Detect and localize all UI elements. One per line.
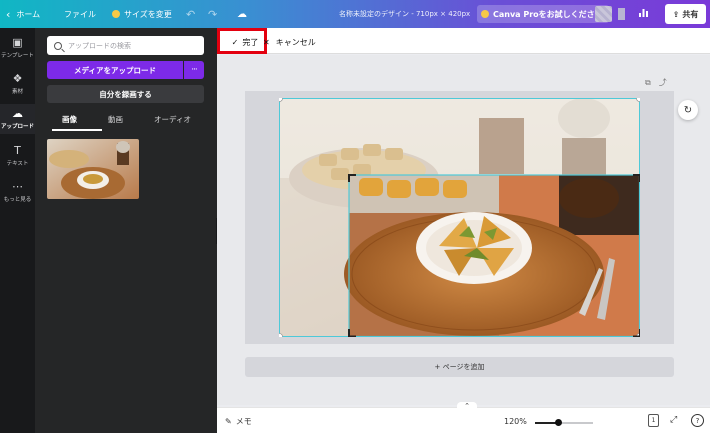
user-icon[interactable] <box>618 8 625 20</box>
document-title[interactable]: 名称未設定のデザイン - 710px × 420px <box>339 0 470 28</box>
try-pro-button[interactable]: Canva Proをお試しください <box>477 5 609 23</box>
elements-icon: ❖ <box>12 72 23 85</box>
rail-item-label: アップロード <box>0 124 34 130</box>
page-tools: ⧉ ⤴ <box>645 77 675 88</box>
undo-icon[interactable]: ↶ <box>186 0 195 28</box>
fullscreen-icon[interactable]: ⤢ <box>670 415 677 425</box>
record-yourself-button[interactable]: 自分を録画する <box>47 85 204 103</box>
crop-toolbar: ✓ 完了 ✕ キャンセル <box>217 28 710 54</box>
uploaded-image-thumbnail[interactable] <box>47 139 139 199</box>
close-icon: ✕ <box>263 37 270 47</box>
cloud-saved-icon[interactable]: ☁ <box>237 0 247 28</box>
help-button[interactable]: ? <box>691 414 704 427</box>
zoom-slider[interactable] <box>535 419 593 426</box>
rail-item-label: テンプレート <box>1 53 34 59</box>
rail-item-label: 素材 <box>11 89 23 95</box>
bottom-bar: ⌃ ✎ メモ 120% 1 ⤢ ? <box>217 402 710 433</box>
more-icon: ⋯ <box>12 180 23 193</box>
rail-item-uploads[interactable]: ☁ アップロード <box>0 104 35 134</box>
refresh-icon[interactable]: ↻ <box>678 100 698 120</box>
file-menu[interactable]: ファイル <box>64 0 96 28</box>
chevron-left-icon: ‹ <box>6 7 11 21</box>
zoom-slider-knob[interactable] <box>554 419 562 426</box>
left-rail: ▣ テンプレート ❖ 素材 ☁ アップロード T テキスト ⋯ もっと見る <box>0 28 35 433</box>
duplicate-page-icon[interactable]: ⧉ <box>645 78 651 87</box>
search-icon <box>54 41 62 50</box>
cancel-button[interactable]: ✕ キャンセル <box>263 31 316 53</box>
crown-icon <box>481 10 489 18</box>
share-label: 共有 <box>682 9 699 19</box>
check-icon: ✓ <box>231 37 239 47</box>
done-label: 完了 <box>242 37 259 47</box>
tab-videos[interactable]: 動画 <box>108 114 123 125</box>
rail-item-elements[interactable]: ❖ 素材 <box>0 72 35 95</box>
rail-item-templates[interactable]: ▣ テンプレート <box>0 36 35 59</box>
notes-icon: ✎ <box>225 417 232 426</box>
upload-icon: ☁ <box>12 107 23 120</box>
upload-media-button[interactable]: メディアをアップロード <box>47 61 183 79</box>
uploads-panel: メディアをアップロード ··· 自分を録画する 画像 動画 オーディオ <box>35 28 217 433</box>
active-tab-indicator <box>52 129 102 131</box>
media-tabs: 画像 動画 オーディオ <box>47 114 204 131</box>
chevron-up-icon[interactable]: ⌃ <box>457 402 477 410</box>
search-box[interactable] <box>47 36 204 55</box>
avatar[interactable] <box>595 6 612 22</box>
crown-icon <box>112 10 120 18</box>
cancel-label: キャンセル <box>275 37 316 47</box>
top-bar: ‹ ホーム ファイル サイズを変更 ↶ ↷ ☁ 名称未設定のデザイン - 710… <box>0 0 710 28</box>
tab-images[interactable]: 画像 <box>62 114 77 125</box>
redo-icon[interactable]: ↷ <box>208 0 217 28</box>
resize-button[interactable]: サイズを変更 <box>112 0 172 28</box>
analytics-icon[interactable] <box>638 7 649 21</box>
text-icon: T <box>14 144 21 157</box>
notes-button[interactable]: ✎ メモ <box>225 416 252 427</box>
add-page-icon[interactable]: ⤴ <box>659 78 667 87</box>
notes-label: メモ <box>235 417 252 426</box>
tab-audio[interactable]: オーディオ <box>154 114 191 125</box>
done-button[interactable]: ✓ 完了 <box>221 31 269 53</box>
crop-image[interactable] <box>276 95 643 340</box>
page-count-button[interactable]: 1 <box>648 414 659 427</box>
rail-item-more[interactable]: ⋯ もっと見る <box>0 180 35 203</box>
upload-more-button[interactable]: ··· <box>184 61 204 79</box>
rail-item-label: もっと見る <box>3 197 32 203</box>
share-button[interactable]: ⇪ 共有 <box>665 4 706 24</box>
rail-item-label: テキスト <box>6 161 29 167</box>
share-icon: ⇪ <box>672 9 680 19</box>
add-page-button[interactable]: + ページを追加 <box>245 357 674 377</box>
template-icon: ▣ <box>12 36 23 49</box>
resize-label: サイズを変更 <box>124 9 172 19</box>
home-label: ホーム <box>16 9 41 19</box>
rail-item-text[interactable]: T テキスト <box>0 144 35 167</box>
search-input[interactable] <box>68 41 198 50</box>
home-button[interactable]: ‹ ホーム <box>6 0 40 28</box>
try-pro-label: Canva Proをお試しください <box>493 9 603 19</box>
zoom-level[interactable]: 120% <box>504 417 527 426</box>
